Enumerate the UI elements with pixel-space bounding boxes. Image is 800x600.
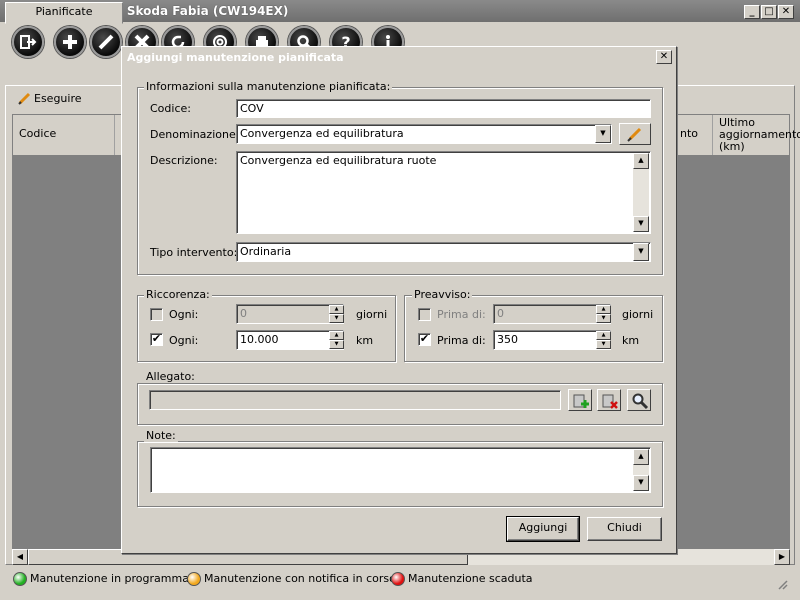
pencil-icon [18, 92, 31, 105]
note-label: Note: [144, 429, 178, 442]
column-header-ultimo-aggiornamento[interactable]: Ultimo aggiornamento (km) [713, 115, 800, 155]
edit-denominazione-button[interactable] [619, 123, 651, 145]
codice-field[interactable]: COV [236, 99, 651, 118]
dialog-close-button[interactable]: ✕ [656, 50, 672, 64]
scroll-down-icon[interactable]: ▼ [633, 475, 649, 491]
descrizione-field[interactable]: Convergenza ed equilibratura ruote [236, 151, 651, 234]
scroll-up-icon[interactable]: ▲ [633, 449, 649, 465]
aggiungi-button[interactable]: Aggiungi [506, 516, 580, 542]
denominazione-label: Denominazione: [150, 128, 240, 141]
spin-up-icon[interactable]: ▲ [596, 331, 611, 340]
legend-in-programma: Manutenzione in programma [30, 572, 189, 585]
chevron-down-icon[interactable]: ▼ [595, 125, 611, 143]
allegato-label: Allegato: [144, 370, 197, 383]
exit-icon [20, 35, 37, 49]
eseguire-button[interactable]: Eseguire [12, 89, 88, 109]
dialog-title-bar: Aggiungi manutenzione pianificata ✕ [124, 48, 674, 68]
prima-km-label: Prima di: [437, 334, 486, 347]
preavviso-label: Preavviso: [412, 288, 473, 301]
add-file-icon [573, 394, 589, 408]
ogni-km-checkbox[interactable]: ✔ [150, 333, 163, 346]
legend-scaduta: Manutenzione scaduta [408, 572, 533, 585]
descrizione-scrollbar[interactable]: ▲ ▼ [633, 153, 649, 232]
scroll-down-icon[interactable]: ▼ [633, 216, 649, 232]
km-unit: km [356, 334, 374, 347]
delete-file-icon [602, 394, 618, 409]
magnifier-icon [632, 393, 649, 410]
ogni-giorni-label: Ogni: [169, 308, 199, 321]
add-attachment-button[interactable] [568, 389, 592, 411]
spin-up-icon[interactable]: ▲ [329, 331, 344, 340]
tipo-intervento-label: Tipo intervento: [150, 246, 238, 259]
add-icon [63, 35, 77, 49]
ogni-km-field[interactable]: 10.000 [236, 330, 344, 350]
column-header-codice[interactable]: Codice [13, 115, 115, 155]
aggiungi-dialog: Aggiungi manutenzione pianificata ✕ Info… [121, 46, 677, 554]
prima-giorni-checkbox[interactable] [418, 308, 431, 321]
note-scrollbar[interactable]: ▲ ▼ [633, 449, 649, 491]
scroll-left-icon[interactable]: ◀ [12, 549, 28, 565]
ogni-km-label: Ogni: [169, 334, 199, 347]
spin-down-icon[interactable]: ▼ [329, 314, 344, 323]
tipo-intervento-combo[interactable]: Ordinaria [236, 242, 651, 262]
add-button[interactable] [54, 26, 86, 58]
allegato-field[interactable] [149, 390, 561, 410]
orange-status-icon [187, 572, 201, 586]
red-status-icon [391, 572, 405, 586]
ricorrenza-label: Riccorenza: [144, 288, 212, 301]
pencil-icon [627, 127, 642, 142]
chevron-down-icon[interactable]: ▼ [633, 243, 649, 261]
chiudi-button[interactable]: Chiudi [587, 517, 662, 541]
resize-grip-icon[interactable] [776, 578, 788, 590]
giorni-unit: giorni [356, 308, 388, 321]
remove-attachment-button[interactable] [597, 389, 621, 411]
prima-giorni-field[interactable]: 0 [493, 304, 611, 324]
scroll-right-icon[interactable]: ▶ [774, 549, 790, 565]
codice-label: Codice: [150, 102, 191, 115]
column-header-partial[interactable]: nto [673, 115, 713, 155]
edit-button[interactable] [90, 26, 122, 58]
eseguire-label: Eseguire [34, 92, 82, 105]
note-field[interactable] [150, 447, 651, 493]
edit-icon [98, 34, 114, 50]
spin-up-icon[interactable]: ▲ [329, 305, 344, 314]
maximize-button[interactable]: □ [761, 5, 777, 19]
dialog-title: Aggiungi manutenzione pianificata [127, 51, 344, 64]
minimize-button[interactable]: _ [744, 5, 760, 19]
spin-down-icon[interactable]: ▼ [596, 340, 611, 349]
giorni-unit: giorni [622, 308, 654, 321]
descrizione-label: Descrizione: [150, 154, 218, 167]
prima-km-field[interactable]: 350 [493, 330, 611, 350]
denominazione-combo[interactable]: Convergenza ed equilibratura [236, 124, 612, 144]
legend-notifica-in-corso: Manutenzione con notifica in corso [204, 572, 396, 585]
info-group-label: Informazioni sulla manutenzione pianific… [144, 80, 393, 93]
ogni-giorni-field[interactable]: 0 [236, 304, 344, 324]
green-status-icon [13, 572, 27, 586]
view-attachment-button[interactable] [627, 389, 651, 411]
window-close-button[interactable]: ✕ [778, 5, 794, 19]
spin-down-icon[interactable]: ▼ [596, 314, 611, 323]
scroll-up-icon[interactable]: ▲ [633, 153, 649, 169]
km-unit: km [622, 334, 640, 347]
exit-button[interactable] [12, 26, 44, 58]
spin-down-icon[interactable]: ▼ [329, 340, 344, 349]
prima-giorni-label: Prima di: [437, 308, 486, 321]
tab-pianificate[interactable]: Pianificate [5, 2, 123, 24]
prima-km-checkbox[interactable]: ✔ [418, 333, 431, 346]
status-bar: Manutenzione in programma Manutenzione c… [0, 566, 800, 600]
ogni-giorni-checkbox[interactable] [150, 308, 163, 321]
spin-up-icon[interactable]: ▲ [596, 305, 611, 314]
